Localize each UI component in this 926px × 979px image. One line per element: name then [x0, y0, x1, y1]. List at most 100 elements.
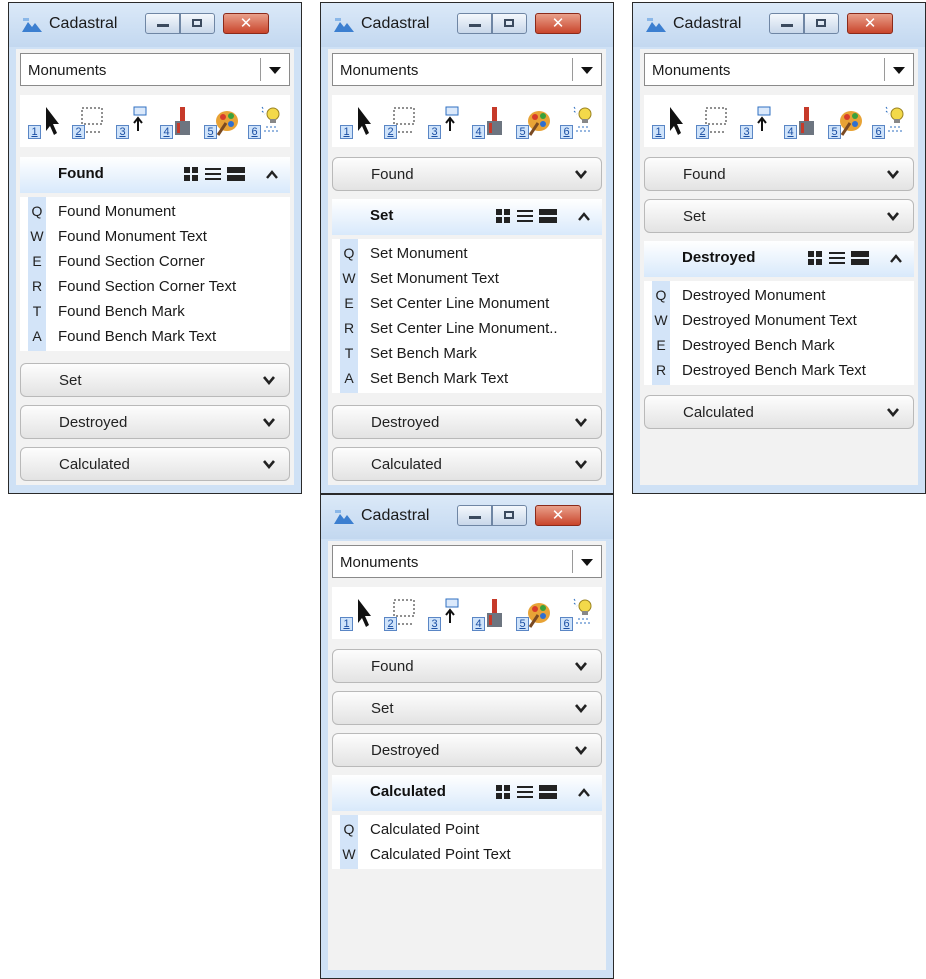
tool-6-idea[interactable]: 6	[560, 105, 596, 139]
section-header-destroyed[interactable]: Destroyed	[644, 241, 914, 277]
section-header-set[interactable]: Set	[644, 199, 914, 233]
section-header-set[interactable]: Set	[332, 691, 602, 725]
collapse-chevron-icon[interactable]	[578, 788, 590, 797]
list-item[interactable]: R Destroyed Bench Mark Text	[652, 358, 914, 383]
list-item[interactable]: T Found Bench Mark	[28, 299, 290, 324]
minimize-button[interactable]	[769, 13, 804, 34]
tool-6-idea[interactable]: 6	[872, 105, 908, 139]
section-header-set[interactable]: Set	[20, 363, 290, 397]
minimize-button[interactable]	[457, 13, 492, 34]
tool-3-place[interactable]: 3	[116, 105, 152, 139]
tool-number: 2	[696, 125, 709, 139]
tool-2-fence[interactable]: 2	[72, 105, 108, 139]
tool-5-palette[interactable]: 5	[204, 105, 240, 139]
tool-4-paint[interactable]: 4	[472, 105, 508, 139]
expand-chevron-icon	[887, 408, 899, 417]
list-item[interactable]: E Found Section Corner	[28, 249, 290, 274]
list-item[interactable]: A Found Bench Mark Text	[28, 324, 290, 349]
tool-3-place[interactable]: 3	[428, 105, 464, 139]
collapse-chevron-icon[interactable]	[266, 170, 278, 179]
tool-4-paint[interactable]: 4	[160, 105, 196, 139]
list-item[interactable]: E Destroyed Bench Mark	[652, 333, 914, 358]
close-button[interactable]: ✕	[223, 13, 269, 34]
view-mode-icons[interactable]	[184, 166, 246, 182]
tool-6-idea[interactable]: 6	[560, 597, 596, 631]
view-mode-icons[interactable]	[496, 784, 558, 800]
view-mode-icons[interactable]	[808, 250, 870, 266]
minimize-button[interactable]	[145, 13, 180, 34]
section-header-calculated[interactable]: Calculated	[20, 447, 290, 481]
tool-2-fence[interactable]: 2	[384, 597, 420, 631]
list-item[interactable]: Q Destroyed Monument	[652, 283, 914, 308]
tool-5-palette[interactable]: 5	[828, 105, 864, 139]
section-header-calculated[interactable]: Calculated	[332, 775, 602, 811]
tool-number: 5	[204, 125, 217, 139]
tool-1-select[interactable]: 1	[28, 105, 64, 139]
title-bar[interactable]: Cadastral ✕	[321, 3, 613, 47]
list-item[interactable]: T Set Bench Mark	[340, 341, 602, 366]
tool-6-idea[interactable]: 6	[248, 105, 284, 139]
list-item[interactable]: R Set Center Line Monument..	[340, 316, 602, 341]
close-button[interactable]: ✕	[535, 505, 581, 526]
task-combo[interactable]: Monuments	[332, 545, 602, 578]
maximize-button[interactable]	[492, 13, 527, 34]
minimize-button[interactable]	[457, 505, 492, 526]
section-header-destroyed[interactable]: Destroyed	[332, 733, 602, 767]
dropdown-arrow-icon[interactable]	[581, 67, 593, 74]
list-item[interactable]: Q Calculated Point	[340, 817, 602, 842]
title-bar[interactable]: Cadastral ✕	[633, 3, 925, 47]
tool-1-select[interactable]: 1	[652, 105, 688, 139]
tool-strip: 1 2 3 4 5 6	[644, 95, 914, 147]
tool-3-place[interactable]: 3	[428, 597, 464, 631]
tool-5-palette[interactable]: 5	[516, 105, 552, 139]
maximize-button[interactable]	[180, 13, 215, 34]
collapse-chevron-icon[interactable]	[578, 212, 590, 221]
tool-1-select[interactable]: 1	[340, 105, 376, 139]
section-header-found[interactable]: Found	[332, 157, 602, 191]
section-header-destroyed[interactable]: Destroyed	[20, 405, 290, 439]
section-header-set[interactable]: Set	[332, 199, 602, 235]
minimize-icon	[469, 516, 481, 519]
task-combo[interactable]: Monuments	[644, 53, 914, 86]
section-title: Found	[58, 165, 104, 182]
tool-2-fence[interactable]: 2	[384, 105, 420, 139]
dropdown-arrow-icon[interactable]	[269, 67, 281, 74]
close-button[interactable]: ✕	[847, 13, 893, 34]
tool-1-select[interactable]: 1	[340, 597, 376, 631]
tool-3-place[interactable]: 3	[740, 105, 776, 139]
shortcut-key: T	[344, 345, 354, 361]
section-header-calculated[interactable]: Calculated	[644, 395, 914, 429]
list-item[interactable]: W Destroyed Monument Text	[652, 308, 914, 333]
list-item[interactable]: E Set Center Line Monument	[340, 291, 602, 316]
section-header-destroyed[interactable]: Destroyed	[332, 405, 602, 439]
task-combo[interactable]: Monuments	[332, 53, 602, 86]
title-bar[interactable]: Cadastral ✕	[321, 495, 613, 539]
maximize-button[interactable]	[492, 505, 527, 526]
section-header-found[interactable]: Found	[20, 157, 290, 193]
list-item[interactable]: W Calculated Point Text	[340, 842, 602, 867]
section-header-calculated[interactable]: Calculated	[332, 447, 602, 481]
tool-number: 4	[784, 125, 797, 139]
list-item[interactable]: Q Found Monument	[28, 199, 290, 224]
shortcut-key: W	[342, 270, 356, 286]
list-item[interactable]: R Found Section Corner Text	[28, 274, 290, 299]
close-button[interactable]: ✕	[535, 13, 581, 34]
list-item[interactable]: Q Set Monument	[340, 241, 602, 266]
view-mode-icons[interactable]	[496, 208, 558, 224]
dropdown-arrow-icon[interactable]	[893, 67, 905, 74]
collapse-chevron-icon[interactable]	[890, 254, 902, 263]
section-header-found[interactable]: Found	[644, 157, 914, 191]
tool-2-fence[interactable]: 2	[696, 105, 732, 139]
tool-5-palette[interactable]: 5	[516, 597, 552, 631]
tool-4-paint[interactable]: 4	[472, 597, 508, 631]
list-item[interactable]: W Set Monument Text	[340, 266, 602, 291]
tool-4-paint[interactable]: 4	[784, 105, 820, 139]
section-header-found[interactable]: Found	[332, 649, 602, 683]
dropdown-arrow-icon[interactable]	[581, 559, 593, 566]
shortcut-key: Q	[655, 287, 667, 303]
title-bar[interactable]: Cadastral ✕	[9, 3, 301, 47]
list-item[interactable]: A Set Bench Mark Text	[340, 366, 602, 391]
list-item[interactable]: W Found Monument Text	[28, 224, 290, 249]
task-combo[interactable]: Monuments	[20, 53, 290, 86]
maximize-button[interactable]	[804, 13, 839, 34]
